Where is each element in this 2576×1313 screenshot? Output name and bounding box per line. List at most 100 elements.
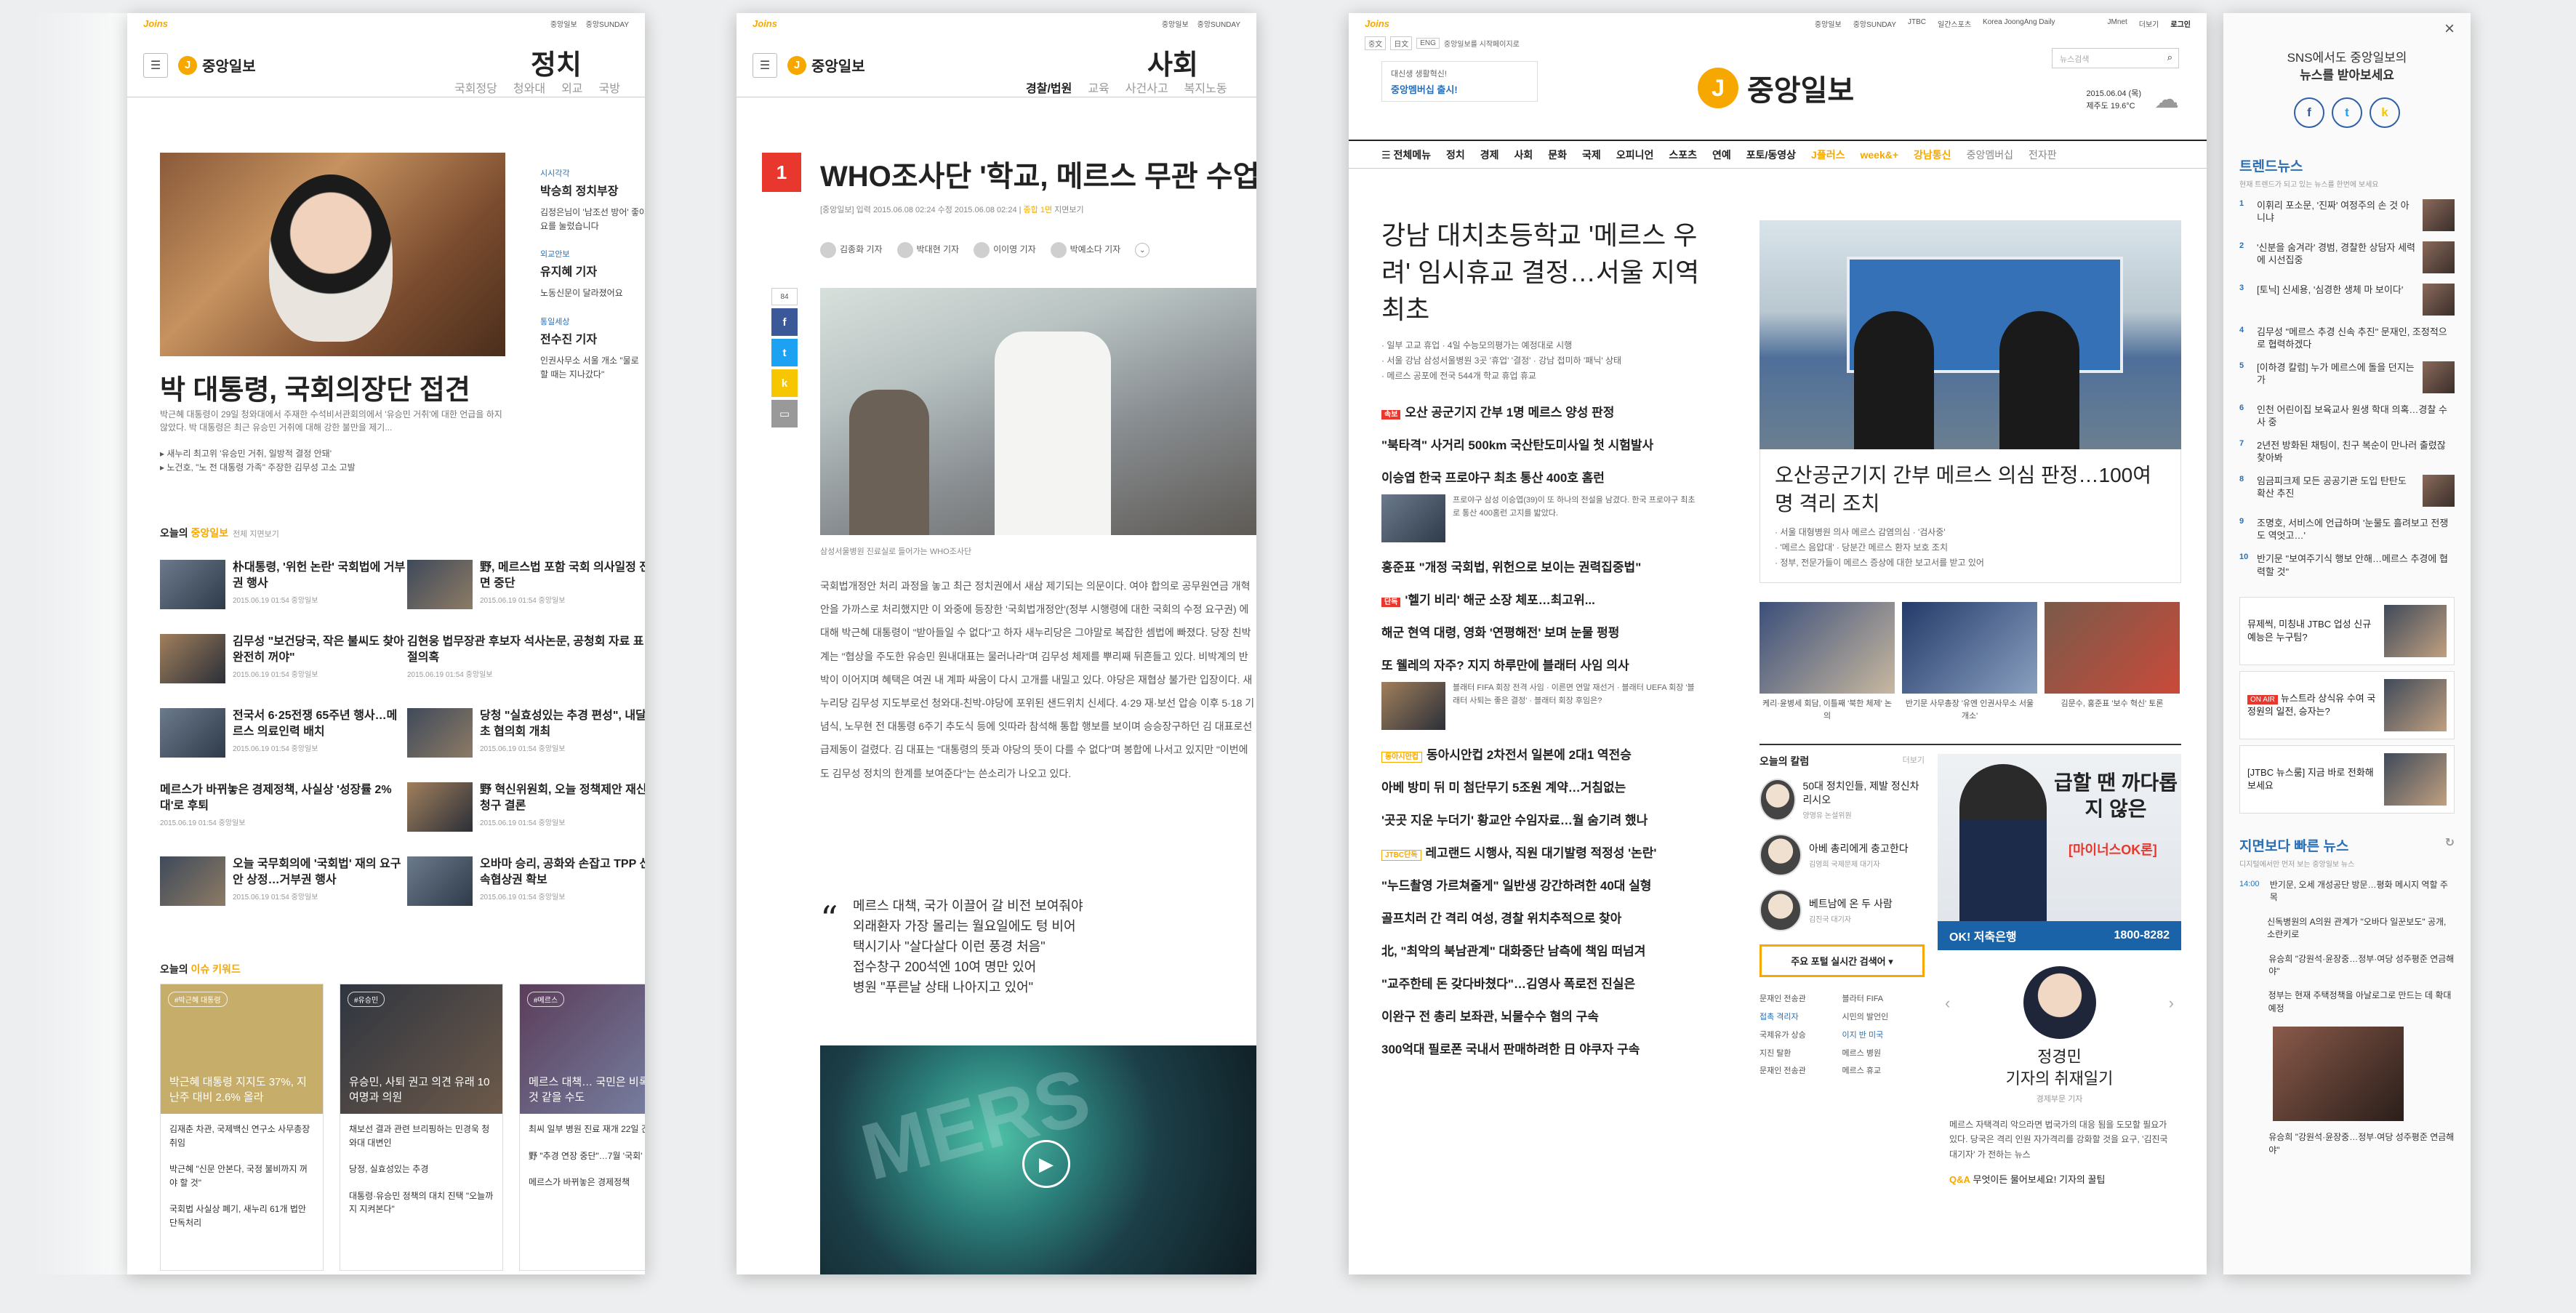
headline[interactable]: 속보 오산 공군기지 간부 1명 메르스 양성 판정 xyxy=(1381,402,1701,420)
homepage-link[interactable]: 중앙일보를 시작페이지로 xyxy=(1444,38,1520,49)
play-icon[interactable]: ▶ xyxy=(1022,1140,1070,1188)
nav-item[interactable]: 경제 xyxy=(1480,148,1499,162)
lang-badge[interactable]: ENG xyxy=(1416,37,1440,49)
headline[interactable]: "누드촬영 가르쳐줄게" 일반생 강간하려한 40대 실형 xyxy=(1381,875,1701,894)
headline[interactable]: 동아시안컵 동아시안컵 2차전서 일본에 2대1 역전승 xyxy=(1381,744,1701,763)
photo-card[interactable]: 반기문 사무총장 '유엔 인권사무소 서울 개소' xyxy=(1902,602,2037,726)
list-item[interactable]: 3 [토닉] 신세용, '심경한 생체 마 보이다' xyxy=(2239,283,2455,316)
kakao-icon[interactable]: k xyxy=(2370,97,2400,128)
more-link[interactable]: 더보기 xyxy=(1903,754,1925,768)
video-player[interactable]: MERS ▶ xyxy=(820,1045,1256,1274)
side-block[interactable]: 통일세상 전수진 기자 인권사무소 서울 개소 "물로 할 때는 지나갔다" xyxy=(540,316,645,382)
close-icon[interactable]: × xyxy=(2444,19,2455,39)
sub-nav-item[interactable]: 국방 xyxy=(599,79,620,96)
nav-item[interactable]: 사회 xyxy=(1514,148,1533,162)
nav-item[interactable]: 강남통신 xyxy=(1914,148,1951,162)
realtime-search-dropdown[interactable]: 주요 포털 실시간 검색어 ▾ xyxy=(1760,944,1925,978)
list-item[interactable]: 김무성 "보건당국, 작은 불씨도 찾아 완전히 꺼야" 2015.06.19 0… xyxy=(160,634,407,688)
top-link[interactable]: 중앙일보 xyxy=(1162,18,1189,29)
list-item[interactable]: 유승희 "강원석·윤장중…정부·여당 성주평준 연금해야" xyxy=(2239,953,2455,979)
keyword-link[interactable]: 메르스 휴교 xyxy=(1842,1062,1925,1080)
list-item[interactable]: 오바마 승리, 공화와 손잡고 TPP 신속협상권 확보 2015.06.19 0… xyxy=(407,856,645,910)
list-item[interactable]: 朴대통령, '위헌 논란' 국회법에 거부권 행사 2015.06.19 01:5… xyxy=(160,560,407,614)
keyword-link[interactable]: 메르스 병원 xyxy=(1842,1045,1925,1063)
headline[interactable]: 골프치러 간 격리 여성, 경찰 위치추적으로 찾아 xyxy=(1381,908,1701,926)
list-item[interactable]: 신독병원의 A의원 관계가 "오바다 일꾼보도" 공개, 소란키로 xyxy=(2239,916,2455,941)
sub-nav-item[interactable]: 경찰/법원 xyxy=(1026,79,1072,96)
sub-nav-item[interactable]: 교육 xyxy=(1088,79,1109,96)
related-link[interactable]: ▸ 새누리 최고위 '유승민 거취, 일방적 결정 안돼' xyxy=(160,447,356,461)
keyword-card[interactable]: #박근혜 대통령 박근혜 대통령 지지도 37%, 지난주 대비 2.6% 올라 … xyxy=(160,984,324,1271)
list-item[interactable]: 4 김무성 "메르스 추경 신속 추진" 문재인, 조정적으로 협력하겠다 xyxy=(2239,326,2455,351)
list-item[interactable]: 7 2년전 방화된 채팅이, 친구 복순이 만나러 출렸잖 찾아봐 xyxy=(2239,439,2455,465)
nav-item[interactable]: 국제 xyxy=(1582,148,1601,162)
keyword-card[interactable]: #메르스메르스 대책… 국민은 비록 이런 것 같을 수도 최씨 일부 병원 진… xyxy=(519,984,645,1271)
top-link[interactable]: 중앙SUNDAY xyxy=(1853,18,1896,29)
nav-item[interactable]: 정치 xyxy=(1446,148,1465,162)
keyword-link[interactable]: 문재인 전송관 xyxy=(1760,1062,1842,1080)
nav-item[interactable]: 연예 xyxy=(1712,148,1731,162)
nav-item[interactable]: J플러스 xyxy=(1811,148,1845,162)
hero-title[interactable]: 박 대통령, 국회의장단 접견 xyxy=(160,367,470,407)
facebook-icon[interactable]: f xyxy=(2294,97,2324,128)
headline[interactable]: "북타격" 사거리 500km 국산탄도미사일 첫 시험발사 xyxy=(1381,435,1701,453)
promo-card[interactable]: 뮤제씩, 미칭내 JTBC 업성 신규 예능은 누구팀? xyxy=(2239,597,2455,666)
qa-link[interactable]: Q&A 무엇이든 물어보세요! 기자의 꿀팁 xyxy=(1938,1162,2181,1196)
top-link[interactable]: 중앙일보 xyxy=(550,18,577,29)
headline[interactable]: JTBC단독 레고랜드 시행사, 직원 대기발령 적정성 '논란' xyxy=(1381,843,1701,862)
sub-nav-item[interactable]: 사건사고 xyxy=(1126,79,1168,96)
top-link[interactable]: 중앙일보 xyxy=(1815,18,1842,29)
keyword-link[interactable]: 문재인 전송관 xyxy=(1760,990,1842,1008)
nav-item[interactable]: 문화 xyxy=(1548,148,1567,162)
list-item[interactable]: 5 [이하경 칼럼] 누가 메르스에 돌을 던지는가 xyxy=(2239,361,2455,393)
related-link[interactable]: · '메르스 음압대' · 당분간 메르스 환자 보호 조치 xyxy=(1775,540,2166,555)
loan-ad[interactable]: 급할 땐 까다롭지 않은 [마이너스OK론] OK! 저축은행 1800-8282 xyxy=(1938,754,2181,951)
list-item[interactable]: 6 인천 어린이집 보육교사 원생 학대 의혹…경찰 수사 중 xyxy=(2239,403,2455,429)
chevron-right-icon[interactable]: › xyxy=(2169,994,2174,1013)
reporter[interactable]: 김종화 기자 xyxy=(820,242,883,258)
keyword-card[interactable]: #유승민 유승민, 사퇴 권고 의견 유래 10여명과 의원 채보선 결과 관련 … xyxy=(340,984,503,1271)
related-link[interactable]: · 메르스 공포에 전국 544개 학교 휴업 휴교 xyxy=(1381,369,1701,384)
list-item[interactable]: 오늘 국무회의에 '국회법' 재의 요구안 상정…거부권 행사 2015.06.1… xyxy=(160,856,407,910)
lead-title[interactable]: 강남 대치초등학교 '메르스 우려' 임시휴교 결정…서울 지역 최초 xyxy=(1381,217,1701,328)
hero-photo[interactable] xyxy=(160,153,505,356)
more-menu[interactable]: 더보기 xyxy=(2139,18,2159,29)
list-item[interactable]: 野 혁신위원회, 오늘 정책제안 재신청구 결론 2015.06.19 01:54… xyxy=(407,782,645,836)
article-photo[interactable] xyxy=(820,288,1256,535)
side-block[interactable]: 시시각각 박승희 정치부장 김정은님이 '남조선 방어' 좋아요를 눌렀습니다 xyxy=(540,167,645,233)
joins-logo[interactable]: Joins xyxy=(143,18,168,29)
headline[interactable]: 이승엽 한국 프로야구 최초 통산 400호 홈런 xyxy=(1381,467,1701,486)
list-item[interactable]: 1 이휘리 포소문, '진짜' 여정주의 손 것 아니냐 xyxy=(2239,198,2455,231)
sub-nav-item[interactable]: 복지노동 xyxy=(1184,79,1227,96)
nav-item[interactable]: 포토/동영상 xyxy=(1746,148,1796,162)
refresh-icon[interactable]: ↻ xyxy=(2445,835,2455,850)
membership-ad[interactable]: 대신생 생활혁신! 중앙멤버십 출시! xyxy=(1381,61,1538,102)
list-item[interactable]: 2 '신분을 숨겨라' 경범, 경찰한 상담자 세력에 시선집중 xyxy=(2239,241,2455,273)
search-input[interactable]: 뉴스검색 ⌕ xyxy=(2052,48,2179,68)
related-link[interactable]: · 서울 대형병원 의사 메르스 감염의심 · '검사중' xyxy=(1775,525,2166,540)
headline[interactable]: "교주한테 돈 갖다바쳤다"…김영사 폭로전 진실은 xyxy=(1381,973,1701,992)
keyword-link[interactable]: 접촉 격리자 xyxy=(1760,1008,1842,1027)
facebook-icon[interactable]: f xyxy=(771,308,798,336)
main-logo[interactable]: J 중앙일보 xyxy=(1698,67,1854,109)
keyword-tag[interactable]: #박근혜 대통령 xyxy=(168,992,228,1007)
top-link[interactable]: Korea JoongAng Daily xyxy=(1983,18,2055,29)
reporter-name[interactable]: 정경민 xyxy=(1938,1046,2181,1068)
related-link[interactable]: ▸ 노건호, "노 전 대통령 가족" 주장한 김무성 고소 고발 xyxy=(160,461,356,475)
joins-logo[interactable]: Joins xyxy=(1365,18,1389,29)
comment-icon[interactable]: ▭ xyxy=(771,400,798,427)
hamburger-menu-icon[interactable]: ☰ xyxy=(143,52,168,78)
brand-logo[interactable]: J 중앙일보 xyxy=(787,55,865,76)
list-item[interactable]: 8 임금피크제 모든 공공기관 도입 탄탄도 확산 추진 xyxy=(2239,474,2455,507)
headline[interactable]: 北, "최악의 북남관계" 대화중단 남측에 책임 떠넘겨 xyxy=(1381,941,1701,959)
list-item[interactable]: 전국서 6·25전쟁 65주년 행사…메르스 의료인력 배치 2015.06.19… xyxy=(160,708,407,762)
top-link[interactable]: JMnet xyxy=(2108,18,2127,29)
paper-page-link[interactable]: 종합 1면 xyxy=(1024,206,1053,214)
headline[interactable]: 홍준표 "개정 국회법, 위헌으로 보이는 권력집중법" xyxy=(1381,557,1701,575)
top-link[interactable]: 중앙SUNDAY xyxy=(586,18,629,29)
headline-detail[interactable]: 블래터 FIFA 회장 전격 사임 · 이른면 연말 재선거 · 블래터 UEF… xyxy=(1381,682,1701,731)
nav-item[interactable]: 스포츠 xyxy=(1669,148,1697,162)
twitter-icon[interactable]: t xyxy=(771,339,798,366)
lang-badge[interactable]: 중文 xyxy=(1365,36,1387,50)
list-item[interactable]: 당청 "실효성있는 추경 편성", 내달초 협의회 개최 2015.06.19 0… xyxy=(407,708,645,762)
